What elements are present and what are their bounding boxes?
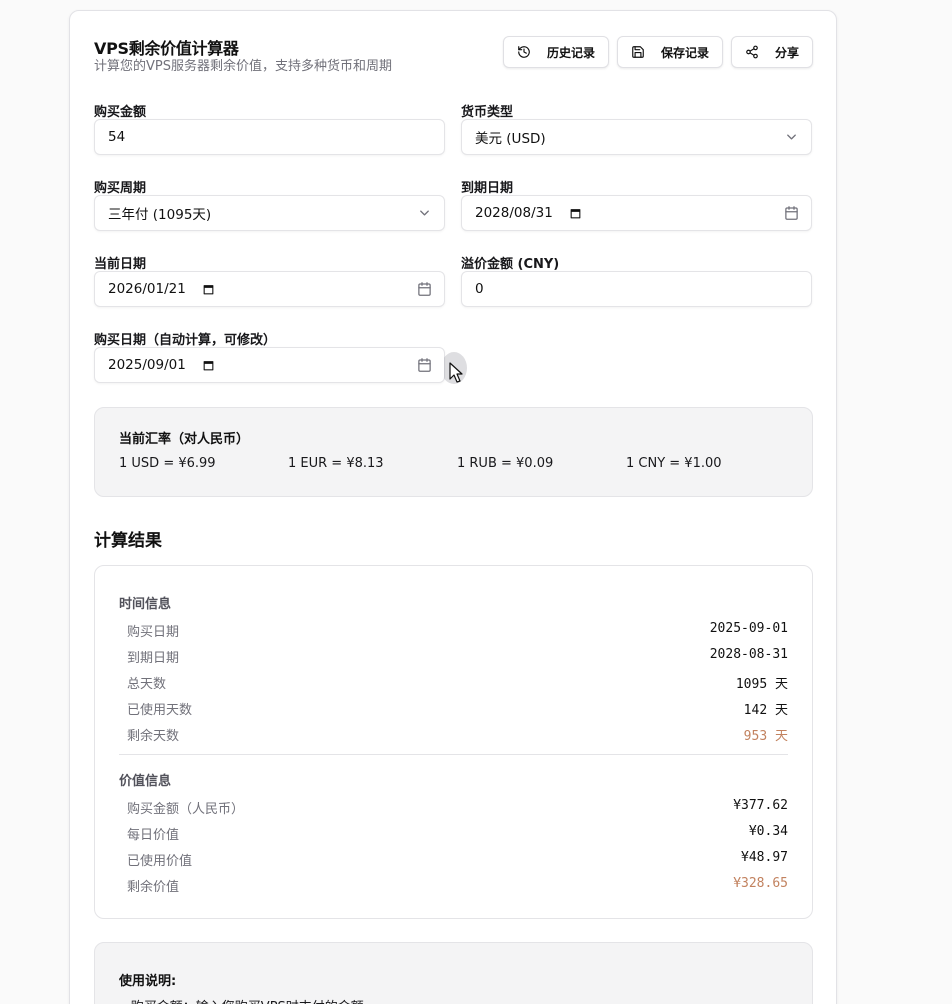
exchange-rates-title: 当前汇率（对人民币） [119,432,250,447]
expiry-date-input[interactable]: 2028/08/31 [461,195,812,231]
premium-value: 0 [475,281,484,297]
amount-label: 购买金额 [94,105,147,120]
calendar-icon[interactable] [784,206,799,221]
amount-input[interactable]: 54 [94,119,445,155]
share-button-label: 分享 [774,45,799,60]
mouse-cursor-icon [444,352,467,384]
used-value-row-label: 已使用价值 [127,854,193,869]
current-date-label: 当前日期 [94,257,147,272]
rate-cny: 1 CNY = ¥1.00 [626,456,722,471]
date-picker-icon[interactable] [202,359,215,372]
usage-item: • 购买金额：输入您购买VPS时支付的金额 [119,996,364,1004]
currency-select[interactable]: 美元 (USD) [461,119,812,155]
purchase-date-row-value: 2025-09-01 [709,621,788,636]
expiry-label: 到期日期 [461,181,514,196]
purchase-date-row-label: 购买日期 [127,625,180,640]
chevron-down-icon [420,210,429,216]
current-date-input[interactable]: 2026/01/21 [94,271,445,307]
date-picker-icon[interactable] [569,207,582,220]
remaining-days-row-value: 953 天 [743,729,788,744]
expiry-date-row-label: 到期日期 [127,651,180,666]
premium-label: 溢价金额 (CNY) [461,257,560,272]
save-button-label: 保存记录 [660,45,709,60]
cycle-value: 三年付 (1095天) [108,207,212,223]
rate-usd: 1 USD = ¥6.99 [119,456,216,471]
share-icon [746,45,758,59]
share-button[interactable]: 分享 [731,36,813,68]
purchase-amount-cny-row-value: ¥377.62 [733,798,788,813]
calendar-icon[interactable] [417,282,432,297]
value-info-title: 价值信息 [119,774,172,789]
daily-value-row-value: ¥0.34 [748,824,788,839]
history-icon [518,46,530,58]
results-divider [119,754,788,755]
total-days-row-label: 总天数 [127,677,167,692]
current-date-value: 2026/01/21 [108,281,186,297]
calculator-card: VPS剩余价值计算器 计算您的VPS服务器剩余价值，支持多种货币和周期 历史记录… [69,10,837,1004]
purchase-date-value: 2025/09/01 [108,357,186,373]
expiry-value: 2028/08/31 [475,205,553,221]
cycle-select[interactable]: 三年付 (1095天) [94,195,445,231]
purchase-date-label: 购买日期（自动计算，可修改） [94,333,277,348]
results-title: 计算结果 [94,531,162,551]
used-days-row-label: 已使用天数 [127,703,193,718]
purchase-amount-cny-row-label: 购买金额（人民币） [127,802,245,817]
remaining-days-row-label: 剩余天数 [127,729,180,744]
expiry-date-row-value: 2028-08-31 [709,647,788,662]
chevron-down-icon [787,134,796,140]
cycle-label: 购买周期 [94,181,147,196]
purchase-date-input[interactable]: 2025/09/01 [94,347,445,383]
history-button[interactable]: 历史记录 [503,36,609,68]
history-button-label: 历史记录 [546,45,595,60]
remaining-value-row-value: ¥328.65 [733,876,788,891]
total-days-row-value: 1095 天 [735,677,788,692]
calendar-icon[interactable] [417,358,432,373]
used-value-row-value: ¥48.97 [741,850,788,865]
rate-rub: 1 RUB = ¥0.09 [457,456,554,471]
save-button[interactable]: 保存记录 [617,36,723,68]
results-panel: 时间信息 购买日期 2025-09-01 到期日期 2028-08-31 总天数… [94,565,813,919]
premium-input[interactable]: 0 [461,271,812,307]
currency-label: 货币类型 [461,105,514,120]
remaining-value-row-label: 剩余价值 [127,880,180,895]
usage-title: 使用说明: [119,974,177,989]
time-info-title: 时间信息 [119,597,172,612]
currency-value: 美元 (USD) [475,131,546,147]
rate-eur: 1 EUR = ¥8.13 [288,456,384,471]
daily-value-row-label: 每日价值 [127,828,180,843]
usage-panel: 使用说明: • 购买金额：输入您购买VPS时支付的金额 [94,942,813,1004]
exchange-rates-panel: 当前汇率（对人民币） 1 USD = ¥6.99 1 EUR = ¥8.13 1… [94,407,813,497]
page-subtitle: 计算您的VPS服务器剩余价值，支持多种货币和周期 [94,59,392,74]
used-days-row-value: 142 天 [743,703,788,718]
save-icon [632,46,644,58]
amount-value: 54 [108,129,126,145]
date-picker-icon[interactable] [202,283,215,296]
